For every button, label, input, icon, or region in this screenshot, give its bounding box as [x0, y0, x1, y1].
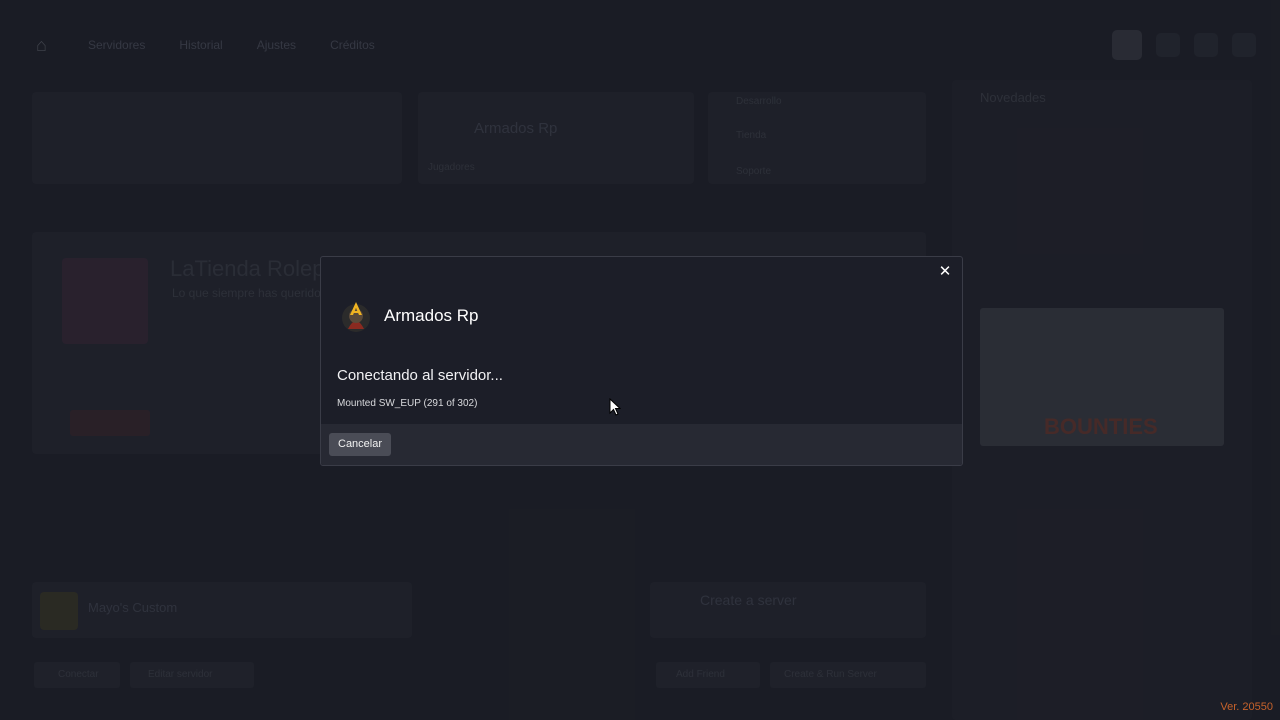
server-logo-icon: [342, 302, 370, 332]
connection-status-detail: Mounted SW_EUP (291 of 302): [337, 398, 478, 409]
cancel-button[interactable]: Cancelar: [329, 433, 392, 456]
dialog-footer: Cancelar: [321, 424, 962, 465]
connecting-dialog: ✕ Armados Rp Conectando al servidor... M…: [320, 256, 963, 466]
mouse-cursor-icon: [609, 398, 621, 416]
version-label: Ver. 20550: [1220, 701, 1273, 713]
server-name: Armados Rp: [384, 306, 479, 325]
close-icon[interactable]: ✕: [936, 263, 954, 281]
connection-status-title: Conectando al servidor...: [337, 367, 503, 384]
